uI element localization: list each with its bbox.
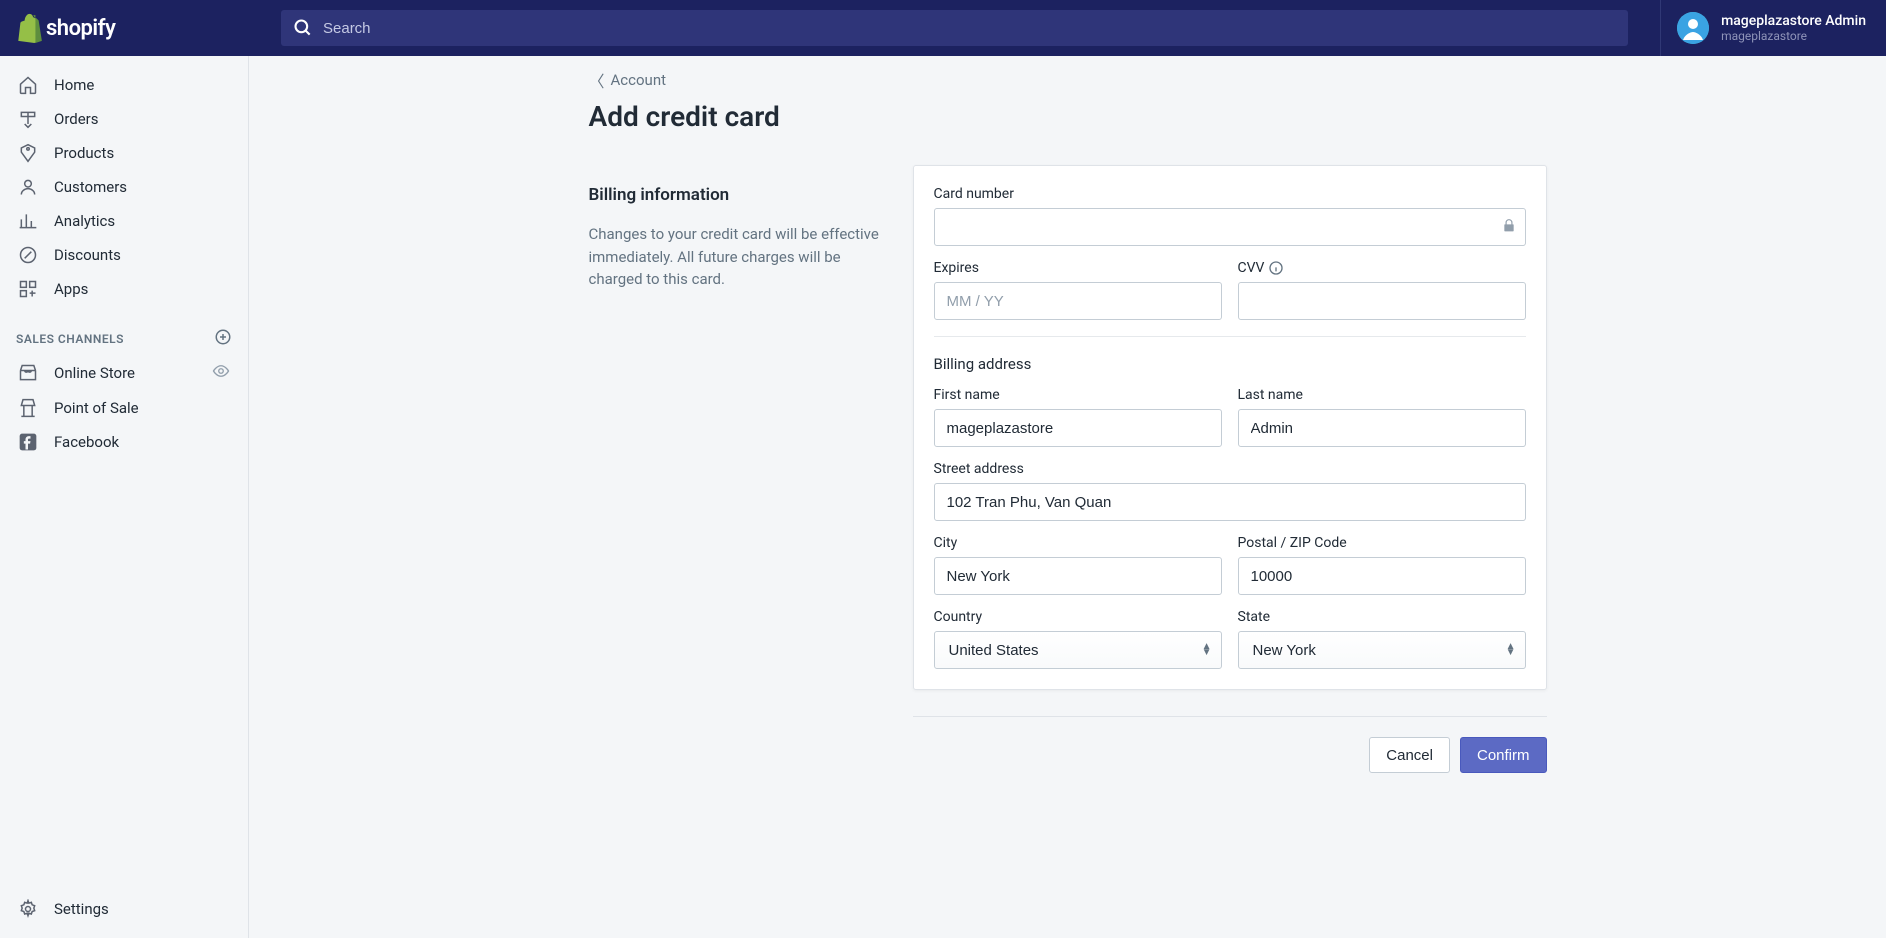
country-select[interactable]: United States bbox=[934, 631, 1222, 669]
card-number-label: Card number bbox=[934, 186, 1526, 202]
breadcrumb-label: Account bbox=[611, 71, 667, 89]
channel-online-store[interactable]: Online Store bbox=[0, 355, 248, 391]
nav-analytics[interactable]: Analytics bbox=[0, 204, 248, 238]
street-input[interactable] bbox=[934, 483, 1526, 521]
home-icon bbox=[18, 75, 38, 95]
first-name-input[interactable] bbox=[934, 409, 1222, 447]
search-input[interactable] bbox=[323, 20, 1616, 37]
expires-label: Expires bbox=[934, 260, 1222, 276]
brand-name: shopify bbox=[46, 16, 115, 41]
card-number-input[interactable] bbox=[934, 208, 1526, 246]
city-label: City bbox=[934, 535, 1222, 551]
user-info: mageplazastore Admin mageplazastore bbox=[1721, 13, 1866, 43]
state-select[interactable]: New York bbox=[1238, 631, 1526, 669]
nav-customers[interactable]: Customers bbox=[0, 170, 248, 204]
nav-label: Analytics bbox=[54, 212, 115, 230]
add-channel-icon[interactable] bbox=[214, 328, 232, 349]
billing-address-heading: Billing address bbox=[934, 355, 1526, 373]
user-store: mageplazastore bbox=[1721, 29, 1866, 43]
orders-icon bbox=[18, 109, 38, 129]
nav-apps[interactable]: Apps bbox=[0, 272, 248, 306]
cvv-label-text: CVV bbox=[1238, 260, 1265, 276]
gear-icon bbox=[18, 899, 38, 919]
products-icon bbox=[18, 143, 38, 163]
nav-label: Settings bbox=[54, 900, 109, 918]
pos-icon bbox=[18, 398, 38, 418]
channel-point-of-sale[interactable]: Point of Sale bbox=[0, 391, 248, 425]
channel-label: Online Store bbox=[54, 364, 135, 382]
channel-label: Facebook bbox=[54, 433, 119, 451]
last-name-input[interactable] bbox=[1238, 409, 1526, 447]
nav-label: Discounts bbox=[54, 246, 121, 264]
postal-input[interactable] bbox=[1238, 557, 1526, 595]
last-name-label: Last name bbox=[1238, 387, 1526, 403]
divider bbox=[934, 336, 1526, 337]
country-label: Country bbox=[934, 609, 1222, 625]
nav-settings[interactable]: Settings bbox=[0, 892, 248, 926]
nav-label: Orders bbox=[54, 110, 99, 128]
store-icon bbox=[18, 363, 38, 383]
shopify-logo[interactable]: shopify bbox=[16, 13, 115, 43]
main-content: 〈 Account Add credit card Billing inform… bbox=[249, 56, 1886, 938]
chevron-left-icon: 〈 bbox=[589, 68, 605, 92]
search-box[interactable] bbox=[281, 10, 1628, 46]
footer-actions: Cancel Confirm bbox=[913, 716, 1547, 773]
page-title: Add credit card bbox=[589, 100, 1547, 133]
lock-icon bbox=[1502, 218, 1516, 237]
analytics-icon bbox=[18, 211, 38, 231]
billing-card: Card number Expires bbox=[913, 165, 1547, 690]
eye-icon[interactable] bbox=[212, 362, 230, 384]
expires-input[interactable] bbox=[934, 282, 1222, 320]
top-bar: shopify mageplazastore Admin mageplazast… bbox=[0, 0, 1886, 56]
apps-icon bbox=[18, 279, 38, 299]
logo-section: shopify bbox=[0, 13, 249, 43]
cvv-label: CVV bbox=[1238, 260, 1526, 276]
postal-label: Postal / ZIP Code bbox=[1238, 535, 1526, 551]
cancel-button[interactable]: Cancel bbox=[1369, 737, 1450, 773]
user-name: mageplazastore Admin bbox=[1721, 13, 1866, 29]
sidebar: Home Orders Products Customers Analytics… bbox=[0, 56, 249, 938]
facebook-icon bbox=[18, 432, 38, 452]
nav-label: Customers bbox=[54, 178, 127, 196]
nav-orders[interactable]: Orders bbox=[0, 102, 248, 136]
discounts-icon bbox=[18, 245, 38, 265]
search-icon bbox=[293, 18, 313, 38]
search-container bbox=[249, 10, 1660, 46]
nav-label: Home bbox=[54, 76, 94, 94]
nav-discounts[interactable]: Discounts bbox=[0, 238, 248, 272]
nav-label: Apps bbox=[54, 280, 88, 298]
nav-home[interactable]: Home bbox=[0, 68, 248, 102]
channel-facebook[interactable]: Facebook bbox=[0, 425, 248, 459]
sales-channels-header: SALES CHANNELS bbox=[0, 318, 248, 355]
section-title: Billing information bbox=[589, 185, 889, 205]
section-desc: Changes to your credit card will be effe… bbox=[589, 223, 889, 291]
main-nav: Home Orders Products Customers Analytics… bbox=[0, 56, 248, 318]
confirm-button[interactable]: Confirm bbox=[1460, 737, 1547, 773]
first-name-label: First name bbox=[934, 387, 1222, 403]
state-label: State bbox=[1238, 609, 1526, 625]
nav-label: Products bbox=[54, 144, 114, 162]
cvv-input[interactable] bbox=[1238, 282, 1526, 320]
sales-channels-label: SALES CHANNELS bbox=[16, 332, 124, 346]
street-label: Street address bbox=[934, 461, 1526, 477]
user-menu[interactable]: mageplazastore Admin mageplazastore bbox=[1660, 0, 1886, 56]
city-input[interactable] bbox=[934, 557, 1222, 595]
breadcrumb[interactable]: 〈 Account bbox=[589, 68, 1547, 92]
info-icon[interactable] bbox=[1268, 260, 1284, 276]
avatar bbox=[1677, 12, 1709, 44]
section-intro: Billing information Changes to your cred… bbox=[589, 165, 889, 773]
nav-products[interactable]: Products bbox=[0, 136, 248, 170]
shopify-bag-icon bbox=[16, 13, 42, 43]
channel-label: Point of Sale bbox=[54, 399, 139, 417]
customers-icon bbox=[18, 177, 38, 197]
